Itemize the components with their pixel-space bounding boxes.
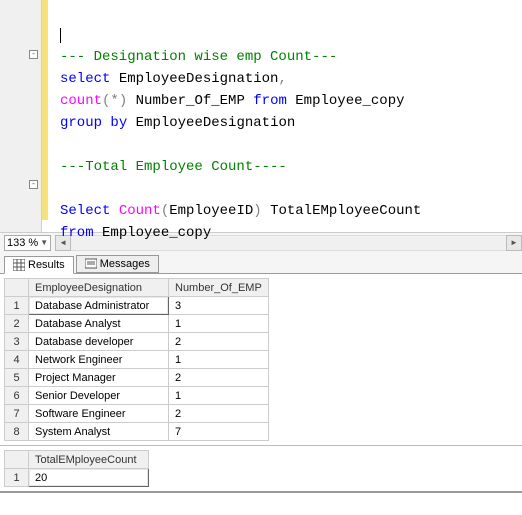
code-ident: TotalEMployeeCount	[270, 203, 421, 219]
code-func: count	[60, 93, 102, 109]
cell[interactable]: Senior Developer	[29, 387, 169, 405]
code-comment: ---Total Employee Count----	[60, 159, 287, 175]
row-number[interactable]: 3	[5, 333, 29, 351]
row-number[interactable]: 2	[5, 315, 29, 333]
row-number[interactable]: 6	[5, 387, 29, 405]
chevron-down-icon: ▼	[40, 238, 48, 247]
cell[interactable]: 2	[169, 405, 269, 423]
row-number[interactable]: 1	[5, 469, 29, 487]
zoom-value: 133 %	[7, 237, 38, 249]
cell[interactable]: 20	[29, 469, 149, 487]
tab-label: Results	[28, 259, 65, 271]
collapse-toggle-icon[interactable]: -	[29, 180, 38, 189]
code-punct: )	[253, 203, 261, 219]
code-keyword: Select	[60, 203, 110, 219]
code-func: Count	[119, 203, 161, 219]
code-punct: ,	[278, 71, 286, 87]
cell[interactable]: Database Administrator	[29, 297, 169, 315]
cell[interactable]: Database developer	[29, 333, 169, 351]
code-keyword: select	[60, 71, 110, 87]
editor-gutter: - -	[0, 0, 42, 232]
code-punct: )	[119, 93, 127, 109]
sql-editor[interactable]: - - --- Designation wise emp Count--- se…	[0, 0, 522, 232]
change-indicator-bar	[42, 0, 48, 220]
zoom-level-select[interactable]: 133 % ▼	[4, 235, 51, 251]
code-keyword: from	[60, 225, 94, 241]
code-punct: *	[110, 93, 118, 109]
messages-icon	[85, 258, 97, 270]
code-content[interactable]: --- Designation wise emp Count--- select…	[42, 0, 421, 232]
row-number[interactable]: 7	[5, 405, 29, 423]
code-punct: (	[161, 203, 169, 219]
pane-divider[interactable]	[0, 491, 522, 493]
code-ident: Employee_copy	[102, 225, 211, 241]
code-keyword: by	[110, 115, 127, 131]
results-tabs: Results Messages	[0, 252, 522, 274]
code-keyword: from	[253, 93, 287, 109]
results-grid-1: EmployeeDesignation Number_Of_EMP 1Datab…	[0, 278, 522, 445]
collapse-toggle-icon[interactable]: -	[29, 50, 38, 59]
code-ident: EmployeeDesignation	[136, 115, 296, 131]
column-header[interactable]: TotalEMployeeCount	[29, 451, 149, 469]
code-ident: Number_Of_EMP	[136, 93, 245, 109]
code-ident: Employee_copy	[295, 93, 404, 109]
code-ident: EmployeeDesignation	[119, 71, 279, 87]
row-number[interactable]: 8	[5, 423, 29, 441]
tab-results[interactable]: Results	[4, 256, 74, 274]
code-comment: --- Designation wise emp Count---	[60, 49, 337, 65]
cell[interactable]: 1	[169, 315, 269, 333]
results-pane: Results Messages EmployeeDesignation Num…	[0, 252, 522, 493]
row-number[interactable]: 4	[5, 351, 29, 369]
column-header[interactable]: Number_Of_EMP	[169, 279, 269, 297]
cell[interactable]: Software Engineer	[29, 405, 169, 423]
cell[interactable]: Database Analyst	[29, 315, 169, 333]
cell[interactable]: Network Engineer	[29, 351, 169, 369]
tab-label: Messages	[100, 258, 150, 270]
cell[interactable]: Project Manager	[29, 369, 169, 387]
code-ident: EmployeeID	[169, 203, 253, 219]
row-number[interactable]: 5	[5, 369, 29, 387]
tab-messages[interactable]: Messages	[76, 255, 159, 273]
cell[interactable]: 2	[169, 333, 269, 351]
row-number[interactable]: 1	[5, 297, 29, 315]
results-grid-2: TotalEMployeeCount 120	[0, 445, 522, 491]
data-grid[interactable]: EmployeeDesignation Number_Of_EMP 1Datab…	[4, 278, 269, 441]
code-keyword: group	[60, 115, 102, 131]
data-grid[interactable]: TotalEMployeeCount 120	[4, 450, 149, 487]
cell[interactable]: System Analyst	[29, 423, 169, 441]
grid-icon	[13, 259, 25, 271]
grid-corner[interactable]	[5, 451, 29, 469]
cell[interactable]: 2	[169, 369, 269, 387]
cell[interactable]: 7	[169, 423, 269, 441]
column-header[interactable]: EmployeeDesignation	[29, 279, 169, 297]
grid-corner[interactable]	[5, 279, 29, 297]
scroll-right-button[interactable]: ►	[506, 235, 522, 251]
cell[interactable]: 3	[169, 297, 269, 315]
cell[interactable]: 1	[169, 387, 269, 405]
cell[interactable]: 1	[169, 351, 269, 369]
